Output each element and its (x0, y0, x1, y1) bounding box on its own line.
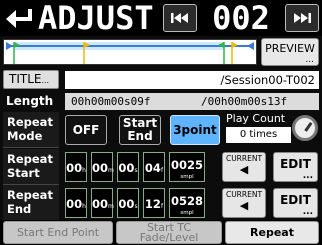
length-field: 00h00m00s09f /00h00m00s13f (65, 93, 319, 110)
repeat-mode-label: Repeat Mode (3, 112, 59, 148)
end-hours[interactable]: 00h (65, 188, 87, 218)
start-samples[interactable]: 0025 smpl (169, 152, 205, 182)
repeat-start-label: Repeat Start (3, 149, 59, 185)
start-hours[interactable]: 00h (65, 152, 87, 182)
title-field: /Session00-T002 (65, 71, 319, 89)
tab-start-tc-fade-level[interactable]: Start TC Fade/Level (116, 221, 222, 244)
end-seconds[interactable]: 00s (117, 188, 139, 218)
mode-3point-button[interactable]: 3point (170, 115, 220, 145)
start-minutes[interactable]: 00m (91, 152, 114, 182)
length-value: 00h00m00s09f (71, 95, 151, 108)
end-current-button[interactable]: CURRENT ◀ (222, 188, 266, 218)
play-count-label: Play Count (226, 112, 286, 125)
start-current-button[interactable]: CURRENT ◀ (222, 152, 266, 182)
left-arrow-icon: ◀ (239, 163, 249, 176)
title-value: /Session00-T002 (220, 73, 315, 87)
start-edit-button[interactable]: EDIT ... (273, 152, 318, 182)
screen-title: ADJUST (38, 0, 154, 37)
prev-track-button[interactable] (163, 4, 197, 32)
start-frames[interactable]: 04f (143, 152, 165, 182)
preview-more: ... (305, 55, 314, 65)
end-frames[interactable]: 12f (143, 188, 165, 218)
track-number: 002 (212, 0, 270, 37)
tab-repeat[interactable]: Repeat (225, 221, 319, 244)
skip-forward-icon (294, 13, 311, 23)
end-minutes[interactable]: 00m (91, 188, 114, 218)
mode-off-button[interactable]: OFF (65, 115, 107, 145)
left-arrow-icon: ◀ (239, 199, 249, 212)
preview-label: PREVIEW (265, 42, 315, 55)
play-count-field: 0 times (226, 127, 291, 143)
end-edit-button[interactable]: EDIT ... (273, 188, 318, 218)
skip-back-icon (171, 13, 188, 23)
length-label: Length (6, 94, 54, 108)
start-seconds[interactable]: 00s (117, 152, 139, 182)
mode-start-end-button[interactable]: Start End (119, 115, 161, 145)
repeat-end-label: Repeat End (3, 185, 59, 221)
tab-start-end-point[interactable]: Start End Point (3, 221, 113, 244)
timeline-bar[interactable] (3, 39, 257, 65)
play-count-knob-icon[interactable] (292, 115, 318, 141)
end-samples[interactable]: 0528 smpl (169, 188, 205, 218)
preview-button[interactable]: PREVIEW ... (261, 38, 319, 66)
title-button-label: TITLE (9, 72, 42, 86)
return-arrow-icon[interactable] (4, 5, 34, 31)
title-button[interactable]: TITLE... (3, 70, 59, 89)
next-track-button[interactable] (285, 4, 319, 32)
title-button-more: ... (41, 76, 50, 85)
length-total: /00h00m00s13f (201, 95, 288, 108)
